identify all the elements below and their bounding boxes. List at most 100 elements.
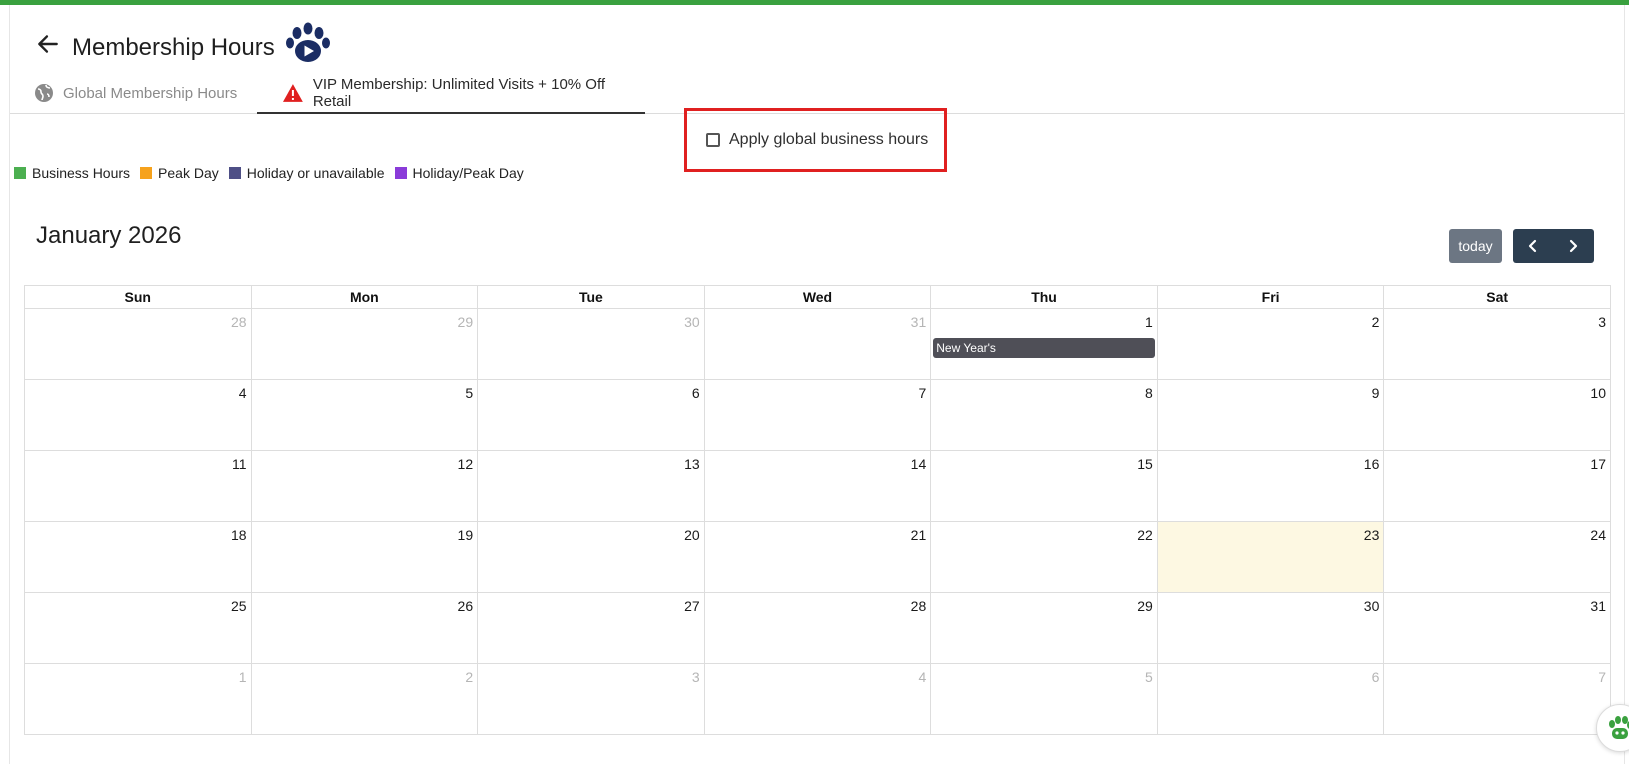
day-number: 22 xyxy=(1137,527,1153,543)
day-cell[interactable]: 27 xyxy=(477,592,705,664)
day-cell[interactable]: 20 xyxy=(477,521,705,593)
page-title: Membership Hours xyxy=(72,34,275,61)
day-cell[interactable]: 17 xyxy=(1383,450,1611,522)
day-cell[interactable]: 29 xyxy=(930,592,1158,664)
day-number: 9 xyxy=(1371,385,1380,401)
panel-right-border xyxy=(1624,5,1625,764)
legend-business-hours: Business Hours xyxy=(14,165,130,181)
today-button[interactable]: today xyxy=(1449,229,1502,263)
legend-swatch xyxy=(14,167,26,179)
calendar-nav-group xyxy=(1513,229,1594,263)
day-number: 4 xyxy=(918,669,927,685)
day-number: 5 xyxy=(1145,669,1153,685)
day-number: 18 xyxy=(230,527,247,543)
day-cell[interactable]: 31 xyxy=(703,308,932,380)
day-number: 8 xyxy=(1145,385,1153,401)
day-number: 23 xyxy=(1363,527,1380,543)
day-number: 11 xyxy=(232,456,247,472)
chevron-left-icon xyxy=(1528,239,1537,253)
day-header-row: Sun Mon Tue Wed Thu Fri Sat xyxy=(24,285,1611,309)
day-number: 15 xyxy=(1137,456,1153,472)
day-number: 28 xyxy=(910,598,927,614)
day-cell[interactable]: 6 xyxy=(477,379,705,451)
legend-peak-day: Peak Day xyxy=(140,165,219,181)
tab-vip-membership[interactable]: VIP Membership: Unlimited Visits + 10% O… xyxy=(257,74,645,114)
legend-label: Peak Day xyxy=(158,165,219,181)
day-cell[interactable]: 1 xyxy=(24,663,252,735)
day-cell[interactable]: 19 xyxy=(250,521,479,593)
day-number: 16 xyxy=(1363,456,1380,472)
day-cell[interactable]: 16 xyxy=(1156,450,1385,522)
day-number: 7 xyxy=(1598,669,1606,685)
apply-global-hours-label: Apply global business hours xyxy=(729,131,929,148)
day-number: 17 xyxy=(1590,456,1606,472)
day-cell[interactable]: 8 xyxy=(930,379,1158,451)
week-row: 18 19 20 21 22 23 24 xyxy=(24,521,1611,593)
day-cell[interactable]: 11 xyxy=(24,450,252,522)
day-number: 2 xyxy=(465,669,474,685)
day-cell[interactable]: 13 xyxy=(477,450,705,522)
day-number: 25 xyxy=(230,598,247,614)
day-cell[interactable]: 6 xyxy=(1156,663,1385,735)
day-cell[interactable]: 4 xyxy=(24,379,252,451)
day-number: 31 xyxy=(910,314,927,330)
day-cell[interactable]: 28 xyxy=(703,592,932,664)
day-header-sat: Sat xyxy=(1383,285,1611,309)
calendar-body: 28 29 30 31 1 New Year's 2 3 4 5 6 7 8 9 10 11 12 13 14 15 1… xyxy=(24,308,1611,735)
week-row: 4 5 6 7 8 9 10 xyxy=(24,379,1611,451)
day-cell[interactable]: 21 xyxy=(703,521,932,593)
day-cell[interactable]: 4 xyxy=(703,663,932,735)
week-row: 1 2 3 4 5 6 7 xyxy=(24,663,1611,735)
prev-month-button[interactable] xyxy=(1513,229,1553,263)
day-number: 12 xyxy=(457,456,474,472)
paw-chat-icon xyxy=(1609,716,1629,739)
week-row: 11 12 13 14 15 16 17 xyxy=(24,450,1611,522)
day-cell[interactable]: 24 xyxy=(1383,521,1611,593)
day-cell[interactable]: 10 xyxy=(1383,379,1611,451)
calendar-event[interactable]: New Year's xyxy=(933,338,1155,358)
day-cell[interactable]: 30 xyxy=(1156,592,1385,664)
legend-swatch xyxy=(394,167,407,179)
day-number: 3 xyxy=(691,669,700,685)
day-cell[interactable]: 23 xyxy=(1156,521,1385,593)
day-number: 6 xyxy=(691,385,700,401)
day-cell[interactable]: 7 xyxy=(703,379,932,451)
day-cell[interactable]: 2 xyxy=(250,663,479,735)
day-cell[interactable]: 5 xyxy=(250,379,479,451)
paw-play-icon xyxy=(286,22,330,62)
calendar-legend: Business Hours Peak Day Holiday or unava… xyxy=(14,163,534,183)
globe-icon xyxy=(35,84,53,102)
day-number: 29 xyxy=(1137,598,1153,614)
top-accent-bar xyxy=(0,0,1629,5)
day-cell[interactable]: 29 xyxy=(250,308,479,380)
day-cell[interactable]: 15 xyxy=(930,450,1158,522)
week-row: 25 26 27 28 29 30 31 xyxy=(24,592,1611,664)
legend-label: Business Hours xyxy=(32,165,131,181)
apply-global-hours-highlight[interactable]: Apply global business hours xyxy=(684,108,947,172)
day-cell[interactable]: 9 xyxy=(1156,379,1385,451)
day-number: 1 xyxy=(1145,314,1153,330)
day-cell[interactable]: 22 xyxy=(930,521,1158,593)
next-month-button[interactable] xyxy=(1553,229,1593,263)
apply-global-hours-checkbox[interactable] xyxy=(706,133,720,147)
day-cell[interactable]: 7 xyxy=(1383,663,1611,735)
day-number: 30 xyxy=(684,314,700,330)
day-cell[interactable]: 30 xyxy=(477,308,705,380)
day-cell[interactable]: 25 xyxy=(24,592,252,664)
day-cell[interactable]: 5 xyxy=(930,663,1158,735)
day-cell[interactable]: 2 xyxy=(1156,308,1385,380)
day-cell[interactable]: 28 xyxy=(24,308,252,380)
day-cell[interactable]: 3 xyxy=(1383,308,1611,380)
day-number: 2 xyxy=(1371,314,1380,330)
day-cell[interactable]: 18 xyxy=(24,521,252,593)
day-number: 20 xyxy=(684,527,700,543)
day-cell[interactable]: 26 xyxy=(250,592,479,664)
day-cell[interactable]: 31 xyxy=(1383,592,1611,664)
day-cell[interactable]: 1 New Year's xyxy=(930,308,1158,380)
tab-global-membership-hours[interactable]: Global Membership Hours xyxy=(34,74,237,112)
day-cell[interactable]: 12 xyxy=(250,450,479,522)
day-cell[interactable]: 3 xyxy=(477,663,705,735)
back-button[interactable] xyxy=(24,24,72,64)
day-cell[interactable]: 14 xyxy=(703,450,932,522)
legend-swatch xyxy=(228,167,241,179)
